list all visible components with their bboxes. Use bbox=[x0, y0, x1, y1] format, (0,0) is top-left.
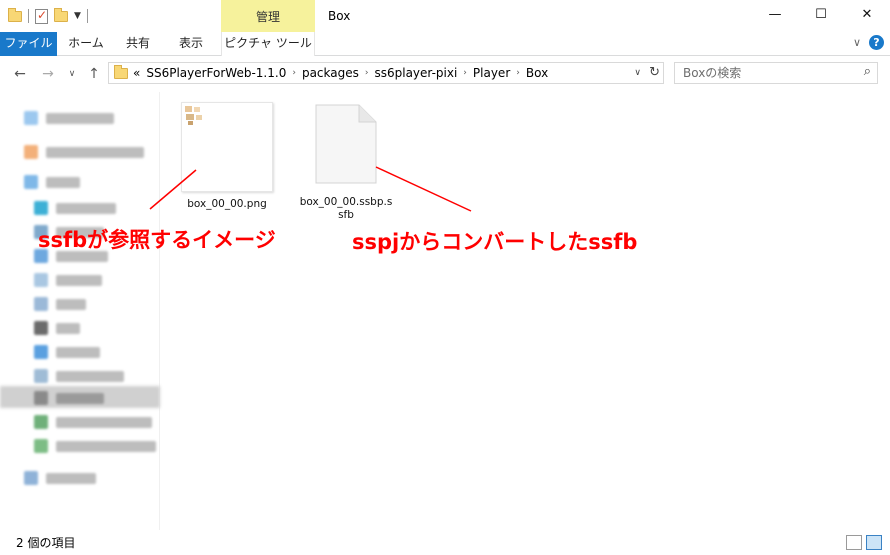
tab-view[interactable]: 表示 bbox=[168, 32, 214, 56]
nav-item[interactable] bbox=[34, 344, 100, 360]
navigation-pane bbox=[0, 92, 160, 530]
nav-item[interactable] bbox=[34, 296, 86, 312]
tab-picture-tools[interactable]: ピクチャ ツール bbox=[221, 32, 315, 56]
breadcrumb-item[interactable]: Box bbox=[526, 63, 548, 83]
file-name-line: sfb bbox=[338, 209, 354, 221]
breadcrumb-item[interactable]: ss6player-pixi bbox=[374, 63, 457, 83]
recent-locations-icon[interactable]: ∨ bbox=[64, 64, 80, 84]
file-list: box_00_00.png box_00_00.ssbp.s sfb bbox=[161, 92, 890, 530]
status-bar: 2 個の項目 bbox=[0, 532, 890, 555]
breadcrumb-separator-icon[interactable]: › bbox=[463, 63, 467, 83]
breadcrumb-separator-icon[interactable]: › bbox=[516, 63, 520, 83]
document-icon[interactable] bbox=[315, 104, 377, 184]
tab-file[interactable]: ファイル bbox=[0, 32, 57, 56]
nav-item[interactable] bbox=[24, 470, 96, 486]
nav-item[interactable] bbox=[34, 368, 124, 384]
toolbar-divider bbox=[28, 9, 29, 23]
nav-item[interactable] bbox=[34, 320, 80, 336]
image-thumbnail[interactable] bbox=[181, 102, 273, 192]
nav-item[interactable] bbox=[34, 272, 102, 288]
overflow-icon[interactable]: « bbox=[133, 63, 140, 83]
breadcrumb-item[interactable]: packages bbox=[302, 63, 359, 83]
breadcrumb-item[interactable]: Player bbox=[473, 63, 510, 83]
nav-item[interactable] bbox=[24, 110, 114, 126]
maximize-button[interactable]: ☐ bbox=[798, 0, 844, 30]
breadcrumb: « SS6PlayerForWeb-1.1.0 › packages › ss6… bbox=[133, 63, 548, 83]
nav-item[interactable] bbox=[34, 390, 104, 406]
breadcrumb-separator-icon[interactable]: › bbox=[292, 63, 296, 83]
folder-icon bbox=[114, 65, 128, 79]
annotation-label-ssfb: sspjからコンバートしたssfb bbox=[352, 230, 638, 254]
search-icon[interactable]: ⌕ bbox=[864, 64, 871, 79]
refresh-icon[interactable]: ↻ bbox=[649, 63, 660, 83]
file-name[interactable]: box_00_00.ssbp.s sfb bbox=[294, 196, 398, 222]
help-icon[interactable]: ? bbox=[869, 35, 884, 50]
toolbar-divider bbox=[86, 9, 88, 23]
annotation-label-image: ssfbが参照するイメージ bbox=[38, 228, 276, 252]
address-bar[interactable]: « SS6PlayerForWeb-1.1.0 › packages › ss6… bbox=[108, 62, 664, 84]
expand-ribbon-icon[interactable]: ∨ bbox=[853, 36, 861, 49]
search-placeholder[interactable]: Boxの検索 bbox=[683, 63, 741, 83]
nav-item[interactable] bbox=[34, 438, 156, 454]
address-dropdown-icon[interactable]: ∨ bbox=[634, 63, 641, 83]
ribbon-tabs: ファイル ホーム 共有 表示 ピクチャ ツール ∨ ? bbox=[0, 32, 890, 56]
folder-icon[interactable] bbox=[8, 7, 22, 22]
item-count: 2 個の項目 bbox=[16, 536, 76, 550]
title-bar: ▼ 管理 Box — ☐ ✕ bbox=[0, 0, 890, 32]
minimize-button[interactable]: — bbox=[752, 0, 798, 30]
tab-share[interactable]: 共有 bbox=[116, 32, 160, 56]
search-box[interactable]: Boxの検索 ⌕ bbox=[674, 62, 878, 84]
tab-home[interactable]: ホーム bbox=[64, 32, 108, 56]
large-icons-view-icon[interactable] bbox=[866, 535, 882, 550]
nav-item[interactable] bbox=[24, 174, 80, 190]
window-title: Box bbox=[328, 9, 351, 23]
tab-manage[interactable]: 管理 bbox=[221, 0, 315, 32]
quick-access-toolbar: ▼ bbox=[8, 6, 88, 26]
up-icon[interactable]: ↑ bbox=[85, 64, 103, 84]
details-view-icon[interactable] bbox=[846, 535, 862, 550]
nav-item[interactable] bbox=[24, 144, 144, 160]
breadcrumb-item[interactable]: SS6PlayerForWeb-1.1.0 bbox=[146, 63, 286, 83]
new-folder-icon[interactable] bbox=[54, 7, 68, 22]
nav-item[interactable] bbox=[34, 200, 116, 216]
sprite-thumbnail-icon bbox=[185, 106, 202, 125]
back-icon[interactable]: ← bbox=[10, 64, 30, 84]
forward-icon[interactable]: → bbox=[38, 64, 58, 84]
nav-item[interactable] bbox=[34, 414, 152, 430]
file-name[interactable]: box_00_00.png bbox=[177, 198, 277, 211]
file-name-line: box_00_00.ssbp.s bbox=[299, 196, 393, 208]
properties-icon[interactable] bbox=[35, 8, 48, 24]
close-button[interactable]: ✕ bbox=[844, 0, 890, 30]
customize-toolbar-icon[interactable]: ▼ bbox=[74, 11, 81, 21]
breadcrumb-separator-icon[interactable]: › bbox=[365, 63, 369, 83]
